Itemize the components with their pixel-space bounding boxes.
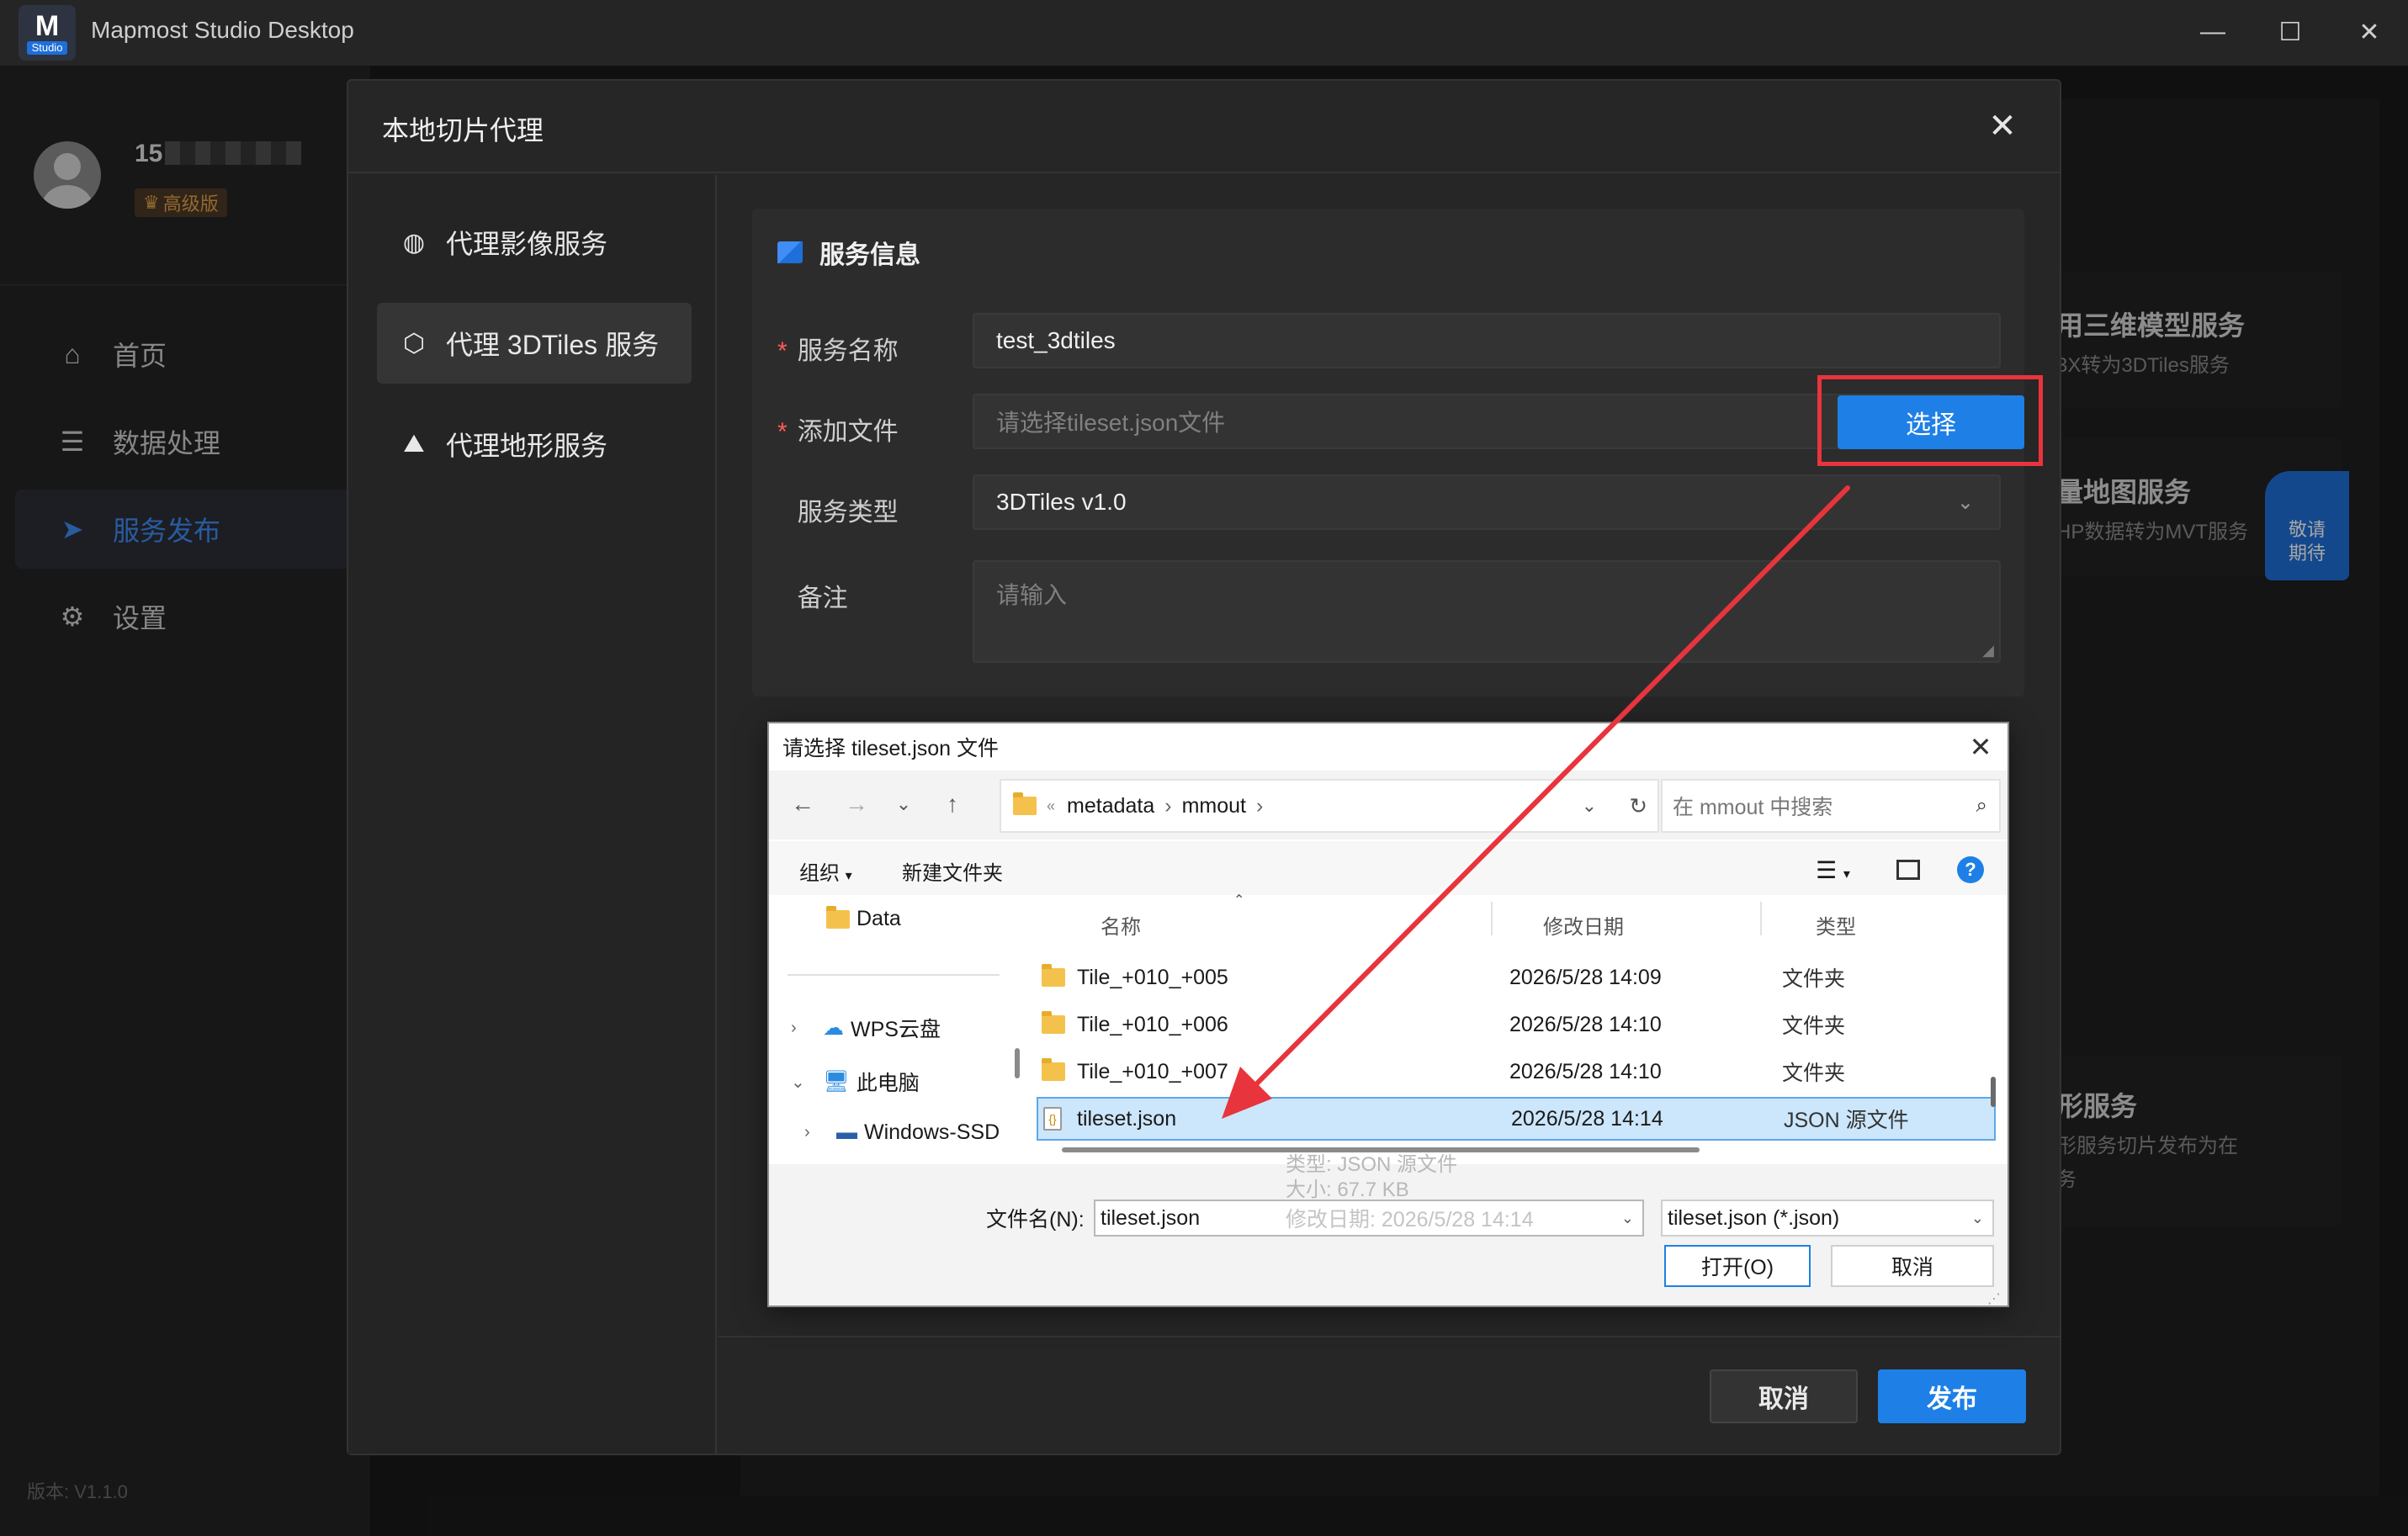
annotation-arrow [1222, 485, 1850, 1119]
arrow-line [1251, 485, 1850, 1089]
